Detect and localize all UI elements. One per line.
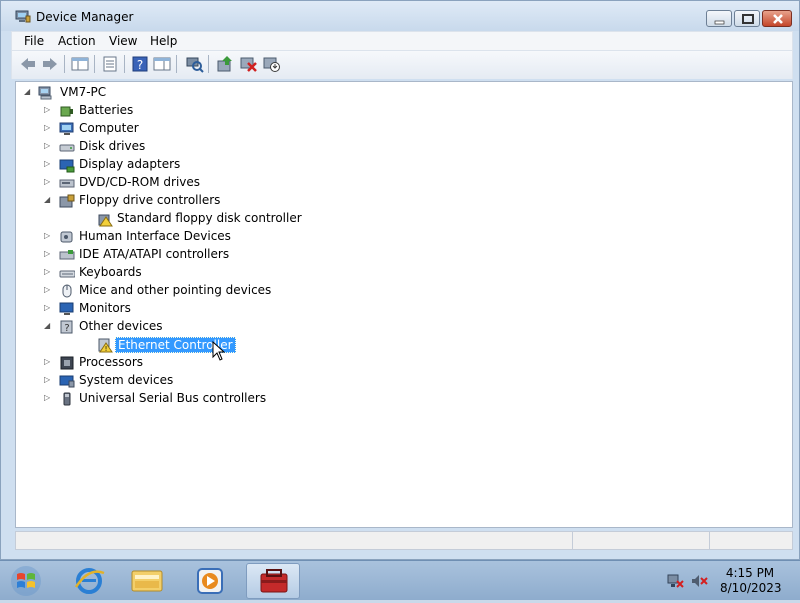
minimize-icon <box>714 20 725 25</box>
help-icon[interactable]: ? <box>130 55 150 73</box>
toolbox-icon <box>260 569 288 593</box>
back-icon[interactable] <box>18 55 38 73</box>
close-icon <box>773 14 783 24</box>
battery-icon <box>60 106 73 117</box>
svg-text:?: ? <box>64 323 69 334</box>
expand-arrow-icon[interactable]: ▷ <box>44 230 54 242</box>
menu-view[interactable]: View <box>109 34 137 48</box>
mouse-icon <box>62 284 72 298</box>
clock-time: 4:15 PM <box>725 566 775 580</box>
tree-item-label: DVD/CD-ROM drives <box>79 175 201 189</box>
controller-icon <box>98 214 113 227</box>
tree-item-label: Disk drives <box>79 139 146 153</box>
properties-icon[interactable] <box>100 55 120 73</box>
ide-controller-icon <box>59 250 75 260</box>
maximize-button[interactable] <box>734 10 760 27</box>
menu-help[interactable]: Help <box>150 34 177 48</box>
expand-arrow-icon[interactable]: ▷ <box>44 176 54 188</box>
status-bar <box>15 531 793 550</box>
windows-explorer-icon[interactable] <box>120 563 174 599</box>
usb-icon <box>63 392 71 406</box>
device-tree[interactable]: ◢ VM7-PC ▷ Batteries ▷ Computer ▷ Disk drives… <box>15 81 793 528</box>
dvd-drive-icon <box>59 179 75 188</box>
floppy-controller-icon <box>59 194 75 208</box>
processor-icon <box>60 356 74 370</box>
network-status-icon[interactable] <box>666 573 684 589</box>
disk-drive-icon <box>59 144 75 152</box>
expand-arrow-icon[interactable]: ▷ <box>44 122 54 134</box>
tree-item-label: Mice and other pointing devices <box>79 283 272 297</box>
device-manager-taskbar-button[interactable] <box>246 563 300 599</box>
media-player-icon[interactable] <box>183 563 237 599</box>
expand-arrow-icon[interactable]: ▷ <box>44 356 54 368</box>
taskbar-clock[interactable]: 4:15 PM 8/10/2023 <box>720 566 782 596</box>
expand-arrow-icon[interactable]: ▷ <box>44 374 54 386</box>
action-pane-icon[interactable] <box>152 55 172 73</box>
close-button[interactable] <box>762 10 792 27</box>
computer-icon <box>59 122 74 135</box>
expand-arrow-icon[interactable]: ▷ <box>44 140 54 152</box>
forward-icon[interactable] <box>40 55 60 73</box>
svg-text:!: ! <box>105 345 108 353</box>
scan-hardware-icon[interactable] <box>184 55 204 73</box>
tree-item-label: IDE ATA/ATAPI controllers <box>79 247 230 261</box>
tree-item-label: Computer <box>79 121 139 135</box>
show-hide-console-tree-icon[interactable] <box>70 55 90 73</box>
tree-item-label: Standard floppy disk controller <box>117 211 302 225</box>
computer-root-icon <box>38 86 52 100</box>
internet-explorer-icon[interactable] <box>62 563 116 599</box>
expand-arrow-icon[interactable]: ▷ <box>44 248 54 260</box>
unknown-device-icon: ? <box>60 320 73 334</box>
start-button[interactable] <box>8 564 44 598</box>
display-adapter-icon <box>59 159 75 173</box>
tree-item-label: Human Interface Devices <box>79 229 231 243</box>
tree-item-label: Other devices <box>79 319 163 333</box>
clock-date: 8/10/2023 <box>720 581 782 595</box>
taskbar: 4:15 PM 8/10/2023 <box>0 560 800 600</box>
system-devices-icon <box>59 375 75 388</box>
menu-bar: File Action View Help <box>11 31 793 51</box>
tree-item-label: Monitors <box>79 301 131 315</box>
uninstall-device-icon[interactable] <box>238 55 258 73</box>
collapse-arrow-icon[interactable]: ◢ <box>44 320 54 332</box>
volume-muted-icon[interactable] <box>690 573 708 589</box>
expand-arrow-icon[interactable]: ▷ <box>44 104 54 116</box>
warning-device-icon: ! <box>98 338 113 353</box>
tree-root-label: VM7-PC <box>60 85 107 99</box>
menu-file[interactable]: File <box>24 34 44 48</box>
tree-item-label: Keyboards <box>79 265 142 279</box>
tree-item-label: Processors <box>79 355 144 369</box>
mouse-cursor-icon <box>212 341 226 361</box>
tree-item-label: System devices <box>79 373 174 387</box>
tree-item-label: Universal Serial Bus controllers <box>79 391 267 405</box>
expand-arrow-icon[interactable]: ▷ <box>44 284 54 296</box>
expand-arrow-icon[interactable]: ▷ <box>44 302 54 314</box>
collapse-arrow-icon[interactable]: ◢ <box>44 194 54 206</box>
svg-text:?: ? <box>137 58 143 72</box>
device-manager-icon <box>15 10 31 23</box>
expand-arrow-icon[interactable]: ▷ <box>44 266 54 278</box>
menu-action[interactable]: Action <box>58 34 96 48</box>
toolbar: ? <box>11 51 793 79</box>
maximize-icon <box>742 14 754 24</box>
expand-arrow-icon[interactable]: ▷ <box>44 158 54 170</box>
device-manager-window: Device Manager File Action View Help ? ◢… <box>0 0 800 560</box>
tree-item-label: Display adapters <box>79 157 181 171</box>
tree-item-label: Batteries <box>79 103 134 117</box>
update-driver-icon[interactable] <box>215 55 235 73</box>
expand-arrow-icon[interactable]: ▷ <box>44 392 54 404</box>
disable-device-icon[interactable] <box>261 55 281 73</box>
window-title: Device Manager <box>36 10 134 24</box>
tree-item-label: Floppy drive controllers <box>79 193 221 207</box>
collapse-arrow-icon[interactable]: ◢ <box>24 86 34 98</box>
minimize-button[interactable] <box>706 10 732 27</box>
title-bar[interactable]: Device Manager <box>1 1 799 31</box>
monitor-icon <box>59 302 74 315</box>
keyboard-icon <box>59 270 75 278</box>
hid-icon <box>60 231 73 243</box>
